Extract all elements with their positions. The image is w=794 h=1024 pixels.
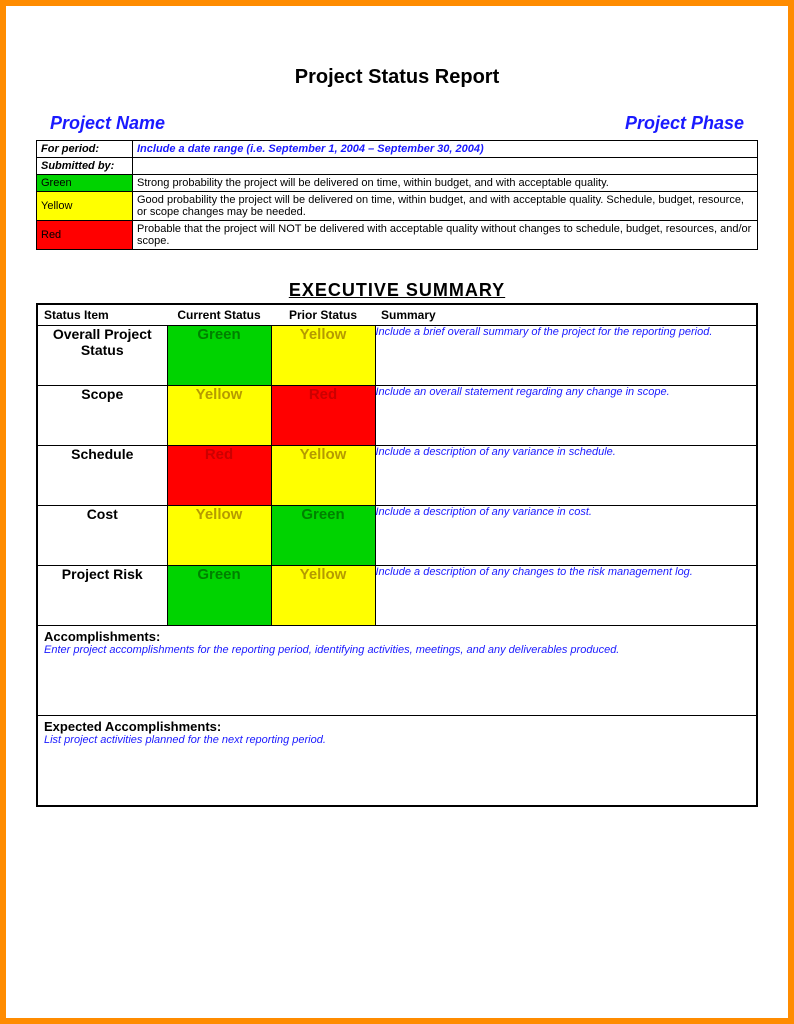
expected-block[interactable]: Expected Accomplishments: List project a… — [37, 716, 757, 806]
project-name-header: Project Name — [50, 113, 165, 134]
th-current-status: Current Status — [167, 304, 271, 326]
prior-status-2: Yellow — [271, 446, 375, 506]
status-item-3: Cost — [37, 506, 167, 566]
prior-status-3: Green — [271, 506, 375, 566]
executive-summary-table: Status Item Current Status Prior Status … — [36, 303, 758, 807]
prior-status-1: Red — [271, 386, 375, 446]
legend-green-label: Green — [37, 175, 133, 192]
meta-table: For period: Include a date range (i.e. S… — [36, 140, 758, 250]
th-status-item: Status Item — [37, 304, 167, 326]
summary-2[interactable]: Include a description of any variance in… — [375, 446, 757, 506]
th-summary: Summary — [375, 304, 757, 326]
page-title: Project Status Report — [36, 66, 758, 89]
legend-red-label: Red — [37, 221, 133, 250]
expected-label: Expected Accomplishments: — [44, 719, 221, 734]
accomplishments-label: Accomplishments: — [44, 629, 160, 644]
executive-summary-title: EXECUTIVE SUMMARY — [36, 280, 758, 301]
status-item-0: Overall Project Status — [37, 326, 167, 386]
status-item-2: Schedule — [37, 446, 167, 506]
legend-yellow-desc: Good probability the project will be del… — [133, 192, 758, 221]
submitted-value[interactable] — [133, 158, 758, 175]
submitted-label: Submitted by: — [37, 158, 133, 175]
status-item-1: Scope — [37, 386, 167, 446]
current-status-4: Green — [167, 566, 271, 626]
status-item-4: Project Risk — [37, 566, 167, 626]
period-label: For period: — [37, 141, 133, 158]
summary-3[interactable]: Include a description of any variance in… — [375, 506, 757, 566]
accomplishments-block[interactable]: Accomplishments: Enter project accomplis… — [37, 626, 757, 716]
summary-1[interactable]: Include an overall statement regarding a… — [375, 386, 757, 446]
summary-4[interactable]: Include a description of any changes to … — [375, 566, 757, 626]
legend-yellow-label: Yellow — [37, 192, 133, 221]
current-status-0: Green — [167, 326, 271, 386]
current-status-3: Yellow — [167, 506, 271, 566]
current-status-2: Red — [167, 446, 271, 506]
expected-text: List project activities planned for the … — [44, 734, 750, 746]
prior-status-4: Yellow — [271, 566, 375, 626]
accomplishments-text: Enter project accomplishments for the re… — [44, 644, 750, 656]
summary-0[interactable]: Include a brief overall summary of the p… — [375, 326, 757, 386]
current-status-1: Yellow — [167, 386, 271, 446]
legend-green-desc: Strong probability the project will be d… — [133, 175, 758, 192]
legend-red-desc: Probable that the project will NOT be de… — [133, 221, 758, 250]
prior-status-0: Yellow — [271, 326, 375, 386]
project-phase-header: Project Phase — [625, 113, 744, 134]
header-row: Project Name Project Phase — [36, 113, 758, 140]
th-prior-status: Prior Status — [271, 304, 375, 326]
period-value[interactable]: Include a date range (i.e. September 1, … — [133, 141, 758, 158]
